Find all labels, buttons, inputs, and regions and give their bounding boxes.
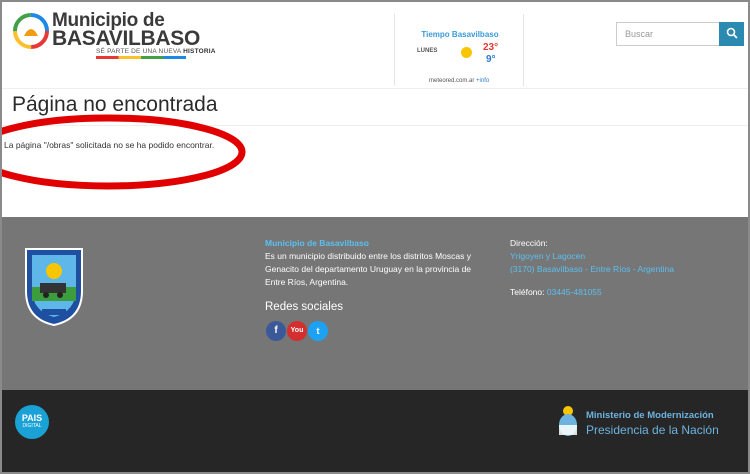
youtube-icon[interactable]: You xyxy=(287,321,307,341)
weather-source: meteored.com.ar +info xyxy=(429,78,489,84)
site-logo[interactable]: Municipio de BASAVILBASO SÉ PARTE DE UNA… xyxy=(12,10,215,62)
ministry-logo[interactable]: Ministerio de Modernización Presidencia … xyxy=(586,410,719,437)
weather-widget: Tiempo Basavilbaso LUNES 23° 9° meteored… xyxy=(394,14,524,86)
pais-line1: PAIS xyxy=(21,413,43,423)
weather-info-link[interactable]: +info xyxy=(476,78,489,84)
logo-tagline-bold: HISTORIA xyxy=(183,48,216,55)
logo-tagline-pre: SÉ PARTE DE UNA NUEVA xyxy=(96,48,182,55)
not-found-message: La página "/obras" solicitada no se ha p… xyxy=(4,140,215,150)
facebook-icon[interactable]: f xyxy=(266,321,286,341)
ministry-line2: Presidencia de la Nación xyxy=(586,423,719,437)
address-line2[interactable]: (3170) Basavilbaso - Entre Ríos - Argent… xyxy=(510,263,745,276)
logo-emblem-icon xyxy=(13,13,49,49)
logo-line2: BASAVILBASO xyxy=(52,27,200,50)
phone-number[interactable]: 03445-481055 xyxy=(547,287,602,297)
bottom-bar: PAIS DIGITAL Ministerio de Modernización… xyxy=(2,390,748,472)
footer-org-name[interactable]: Municipio de Basavilbaso xyxy=(265,237,490,250)
page-title: Página no encontrada xyxy=(12,93,218,116)
pais-digital-logo[interactable]: PAIS DIGITAL xyxy=(15,405,49,439)
ministry-line1: Ministerio de Modernización xyxy=(586,410,714,421)
footer-contact: Dirección: Yrigoyen y Lagocen (3170) Bas… xyxy=(510,237,745,299)
weather-day: LUNES xyxy=(417,48,438,54)
logo-title: Municipio de BASAVILBASO xyxy=(52,11,200,50)
national-coat-of-arms-icon xyxy=(559,406,577,436)
weather-temp-max: 23° xyxy=(483,42,499,53)
sun-icon xyxy=(461,47,472,58)
address-line1[interactable]: Yrigoyen y Lagocen xyxy=(510,250,745,263)
site-header: Municipio de BASAVILBASO SÉ PARTE DE UNA… xyxy=(2,2,748,88)
footer-description: Es un municipio distribuido entre los di… xyxy=(265,251,472,287)
browser-frame: Municipio de BASAVILBASO SÉ PARTE DE UNA… xyxy=(0,0,750,474)
search-icon xyxy=(726,27,738,39)
municipal-shield-icon xyxy=(25,248,83,327)
phone-row: Teléfono: 03445-481055 xyxy=(510,286,745,299)
social-title: Redes sociales xyxy=(265,301,343,313)
twitter-icon[interactable]: t xyxy=(308,321,328,341)
weather-temp-min: 9° xyxy=(486,54,496,65)
phone-label: Teléfono: xyxy=(510,287,545,297)
footer-about: Municipio de Basavilbaso Es un municipio… xyxy=(265,237,490,289)
weather-title[interactable]: Tiempo Basavilbaso xyxy=(395,30,525,39)
pais-line2: DIGITAL xyxy=(22,423,42,429)
logo-tagline: SÉ PARTE DE UNA NUEVA HISTORIA xyxy=(96,48,216,55)
title-bar: Página no encontrada xyxy=(2,88,748,126)
weather-source-text: meteored.com.ar xyxy=(429,78,475,84)
search-button[interactable] xyxy=(719,22,744,46)
search-form xyxy=(616,22,744,46)
site-footer: Municipio de Basavilbaso Es un municipio… xyxy=(2,217,748,390)
search-input[interactable] xyxy=(616,22,720,46)
address-label: Dirección: xyxy=(510,238,548,248)
logo-color-bar xyxy=(96,56,186,59)
